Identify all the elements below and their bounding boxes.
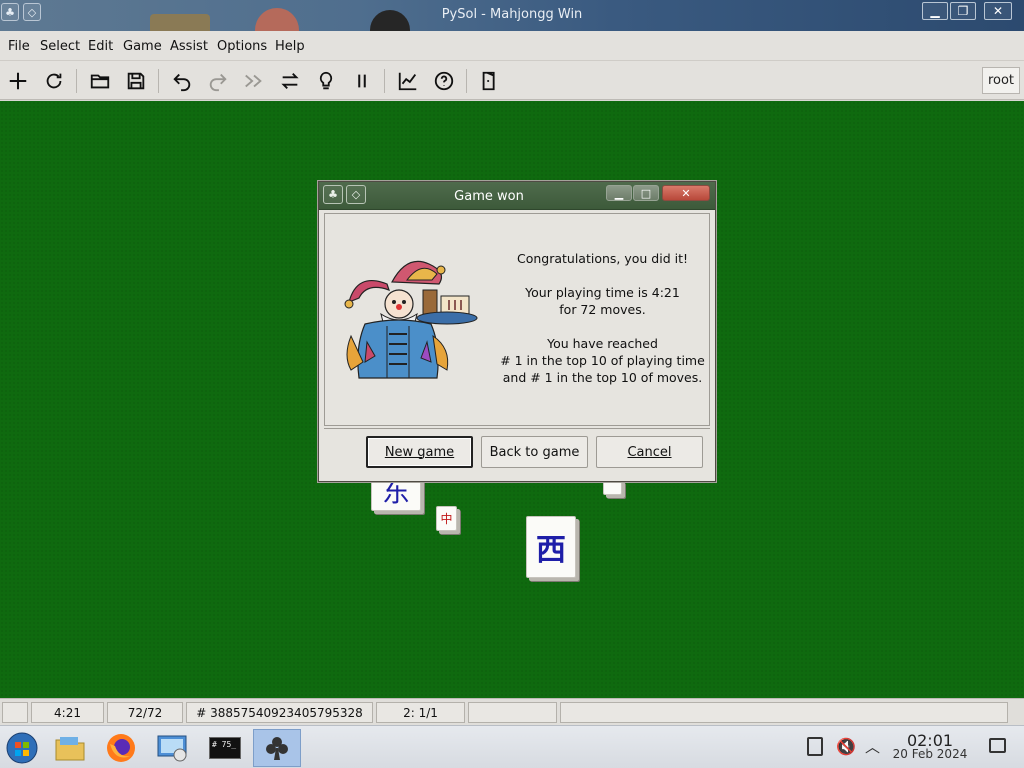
menu-select[interactable]: Select bbox=[40, 39, 80, 54]
menu-assist[interactable]: Assist bbox=[170, 39, 208, 54]
mahjongg-tile-west[interactable]: 西 bbox=[526, 516, 576, 578]
undo-icon[interactable] bbox=[168, 67, 196, 95]
restart-icon[interactable] bbox=[40, 67, 68, 95]
player-name[interactable]: root bbox=[982, 67, 1020, 94]
dialog-maximize-button[interactable]: □ bbox=[633, 185, 659, 201]
mahjongg-tile-red-dragon[interactable]: 中 bbox=[436, 506, 457, 531]
status-game-number: # 38857540923405795328 bbox=[186, 702, 373, 723]
menu-edit[interactable]: Edit bbox=[88, 39, 113, 54]
taskbar: # 75_ 🔇 ︿ bbox=[0, 725, 1024, 768]
tile-glyph: 中 bbox=[440, 512, 453, 526]
status-moves: 72/72 bbox=[107, 702, 183, 723]
cancel-button-label: Cancel bbox=[627, 444, 672, 460]
new-game-button[interactable]: New game bbox=[366, 436, 473, 468]
message-line: # 1 in the top 10 of playing time bbox=[500, 353, 705, 368]
new-game-button-label: New game bbox=[384, 444, 455, 460]
status-blank bbox=[2, 702, 28, 723]
window-titlebar: ♣ ◇ PySol - Mahjongg Win ▁ ❐ ✕ bbox=[0, 0, 1024, 31]
message-line: for 72 moves. bbox=[559, 302, 646, 317]
status-time: 4:21 bbox=[31, 702, 104, 723]
message-line: You have reached bbox=[547, 336, 658, 351]
menu-help[interactable]: Help bbox=[275, 39, 305, 54]
clipboard-icon[interactable] bbox=[807, 737, 823, 756]
terminal-label: # 75_ bbox=[209, 737, 241, 759]
firefox-icon[interactable] bbox=[101, 729, 141, 767]
window-title: PySol - Mahjongg Win bbox=[441, 7, 583, 22]
dialog-titlebar: ♣ ◇ Game won ▁ □ ✕ bbox=[319, 182, 715, 210]
message-line: Your playing time is 4:21 bbox=[525, 285, 680, 300]
redo-icon[interactable] bbox=[204, 67, 232, 95]
message-line: and # 1 in the top 10 of moves. bbox=[502, 370, 703, 385]
menu-bar: File Select Edit Game Assist Options Hel… bbox=[0, 31, 1024, 61]
cancel-button[interactable]: Cancel bbox=[596, 436, 703, 468]
volume-muted-icon[interactable]: 🔇 bbox=[836, 737, 856, 756]
dialog-body: Congratulations, you did it! Your playin… bbox=[324, 213, 710, 426]
menu-file[interactable]: File bbox=[8, 39, 30, 54]
status-stock: 2: 1/1 bbox=[376, 702, 465, 723]
message-line bbox=[495, 267, 710, 284]
pause-icon[interactable] bbox=[348, 67, 376, 95]
toolbar-separator bbox=[158, 69, 159, 93]
menu-game[interactable]: Game bbox=[123, 39, 162, 54]
autodrop-icon[interactable] bbox=[240, 67, 268, 95]
dialog-separator bbox=[324, 428, 710, 429]
close-button[interactable]: ✕ bbox=[984, 2, 1012, 20]
maximize-button[interactable]: ❐ bbox=[950, 2, 976, 20]
new-game-icon[interactable] bbox=[4, 67, 32, 95]
quit-icon[interactable] bbox=[476, 67, 504, 95]
help-icon[interactable] bbox=[430, 67, 458, 95]
back-to-game-button[interactable]: Back to game bbox=[481, 436, 588, 468]
menu-options[interactable]: Options bbox=[217, 39, 267, 54]
tile-glyph: 西 bbox=[536, 533, 566, 568]
message-line bbox=[495, 318, 710, 335]
toolbar bbox=[0, 61, 1024, 100]
dialog-minimize-button[interactable]: ▁ bbox=[606, 185, 632, 201]
terminal-icon[interactable]: # 75_ bbox=[205, 729, 245, 767]
save-icon[interactable] bbox=[122, 67, 150, 95]
toolbar-separator bbox=[76, 69, 77, 93]
minimize-button[interactable]: ▁ bbox=[922, 2, 948, 20]
statistics-icon[interactable] bbox=[394, 67, 422, 95]
open-icon[interactable] bbox=[86, 67, 114, 95]
back-to-game-button-label: Back to game bbox=[489, 444, 580, 460]
clock-date[interactable]: 20 Feb 2024 bbox=[882, 747, 978, 761]
status-empty-1 bbox=[468, 702, 557, 723]
jester-image bbox=[344, 260, 478, 379]
pysol-icon[interactable] bbox=[253, 729, 301, 767]
dialog-close-button[interactable]: ✕ bbox=[662, 185, 710, 201]
control-panel-icon[interactable] bbox=[153, 729, 193, 767]
file-manager-icon[interactable] bbox=[50, 729, 90, 767]
toolbar-separator bbox=[384, 69, 385, 93]
message-line: Congratulations, you did it! bbox=[516, 251, 689, 266]
dialog-message: Congratulations, you did it! Your playin… bbox=[495, 250, 710, 386]
status-empty-2 bbox=[560, 702, 1008, 723]
game-won-dialog: ♣ ◇ Game won ▁ □ ✕ Congratulations, you … bbox=[318, 181, 716, 482]
toolbar-separator bbox=[466, 69, 467, 93]
tray-expand-icon[interactable]: ︿ bbox=[865, 736, 880, 757]
hint-icon[interactable] bbox=[312, 67, 340, 95]
status-bar: 4:21 72/72 # 38857540923405795328 2: 1/1 bbox=[0, 698, 1024, 725]
show-desktop-icon[interactable] bbox=[989, 738, 1006, 753]
start-orb-icon[interactable] bbox=[2, 729, 42, 767]
shuffle-icon[interactable] bbox=[276, 67, 304, 95]
